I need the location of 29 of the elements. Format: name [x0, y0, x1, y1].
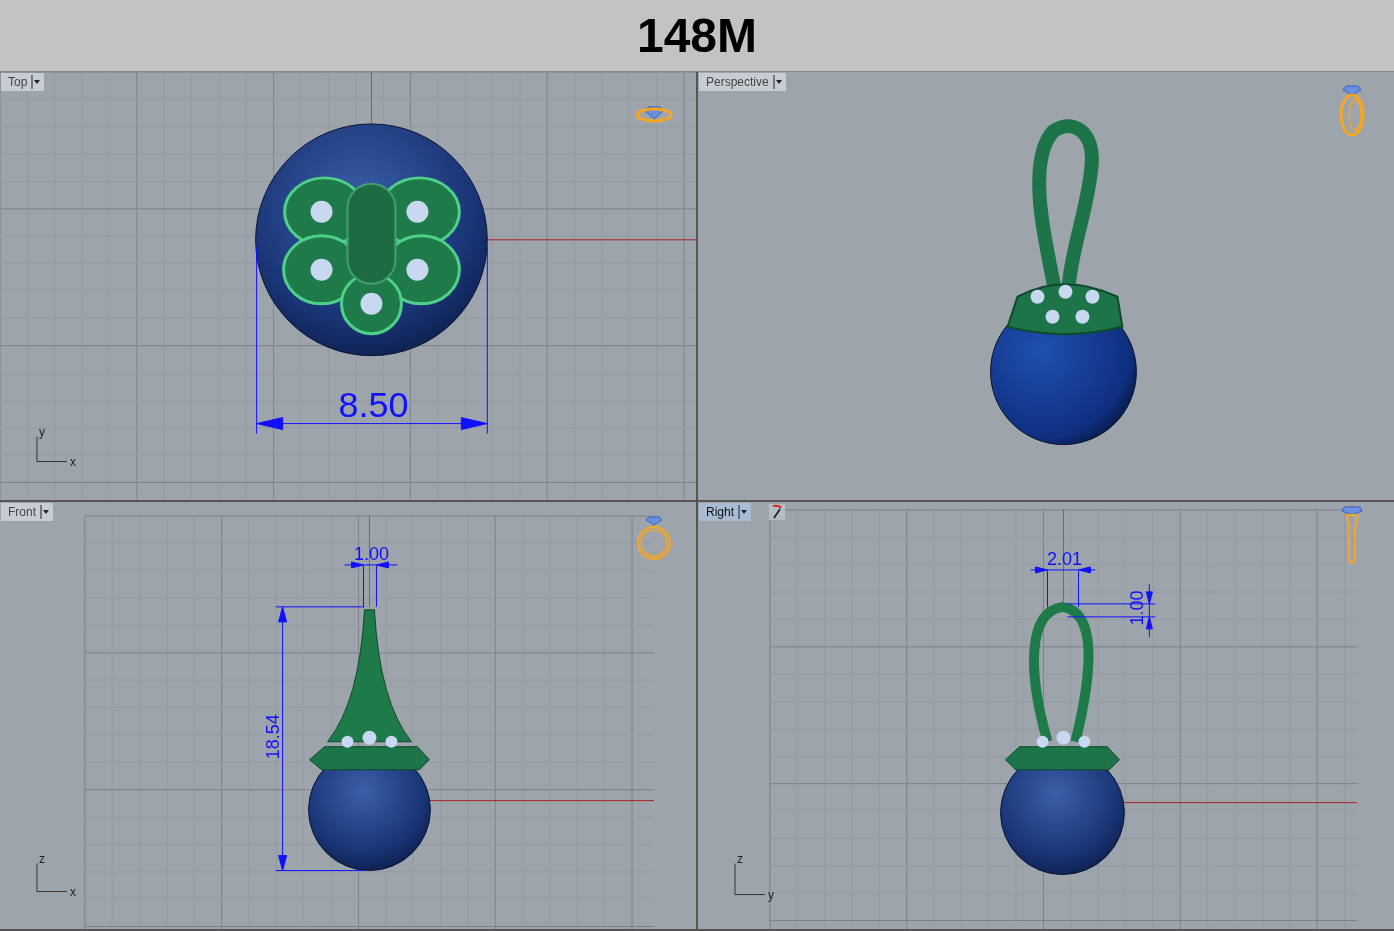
axis-label: x [69, 884, 76, 899]
axis-label: x [69, 454, 76, 469]
caret-icon [40, 504, 50, 519]
title: 148M [636, 8, 758, 63]
dimension-label: 18.54 [262, 713, 283, 759]
axis-indicator [734, 862, 766, 895]
caret-icon [772, 75, 783, 89]
viewport-tab[interactable]: Front [1, 502, 53, 521]
axis-label: y [38, 424, 45, 439]
y-axis-line [370, 72, 372, 126]
axis-label: z [736, 851, 743, 866]
caret-icon [31, 75, 42, 89]
viewport-tab[interactable]: Top [1, 73, 45, 91]
dimension-label: 1.00 [1127, 589, 1148, 625]
ring-icon [1341, 506, 1363, 566]
pencil-icon[interactable] [769, 503, 785, 520]
ring-icon [635, 106, 673, 123]
dimension-label: 8.50 [338, 383, 409, 425]
viewport-tab[interactable]: Perspective [699, 73, 786, 91]
axis-label: z [38, 851, 45, 866]
viewport[interactable]: 8.50 y x Top [0, 72, 696, 500]
axis-indicator [36, 862, 68, 892]
dimension-line [1030, 565, 1096, 607]
viewport-tab[interactable]: Right [699, 502, 751, 521]
ring-icon [1339, 85, 1365, 137]
axis-label: y [767, 887, 774, 902]
caret-icon [738, 504, 748, 519]
viewport[interactable]: Perspective [698, 72, 1394, 500]
ring-icon [637, 516, 672, 560]
